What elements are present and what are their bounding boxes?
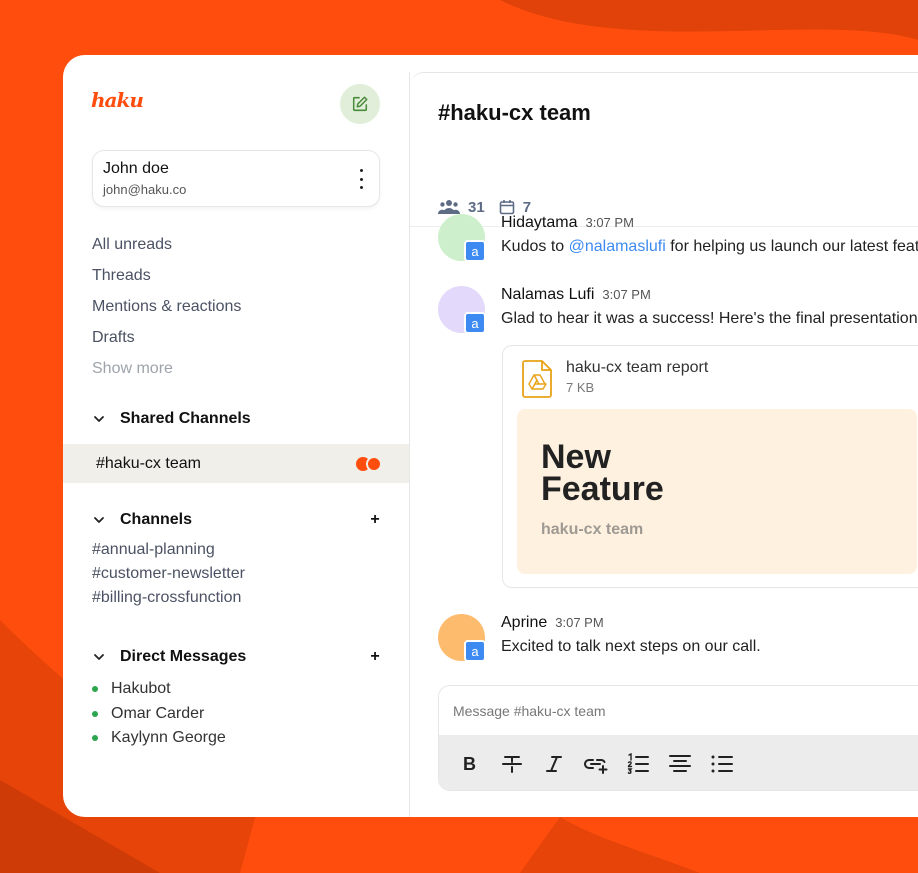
message-time: 3:07 PM: [602, 287, 651, 302]
sidebar: haku John doe john@haku.co All unreads T…: [63, 55, 410, 817]
user-mention[interactable]: @nalamaslufi: [569, 238, 666, 255]
strikethrough-button[interactable]: [498, 750, 526, 778]
message-composer: B: [438, 685, 918, 791]
edit-icon: [352, 96, 368, 112]
message-text: Excited to talk next steps on our call.: [501, 638, 761, 655]
message-header: Hidaytama 3:07 PM: [501, 214, 634, 232]
channel-item-customer-newsletter[interactable]: #customer-newsletter: [92, 565, 245, 589]
shared-channels-header[interactable]: Shared Channels: [92, 408, 382, 430]
align-center-icon: [669, 754, 691, 772]
bold-button[interactable]: B: [456, 750, 484, 778]
file-name: haku-cx team report: [566, 359, 709, 376]
sidebar-nav: All unreads Threads Mentions & reactions…: [92, 234, 241, 389]
more-options-icon[interactable]: [359, 169, 363, 189]
online-status-icon: [92, 686, 98, 693]
app-window: haku John doe john@haku.co All unreads T…: [63, 55, 918, 817]
app-badge-icon: a: [464, 312, 486, 334]
nav-threads[interactable]: Threads: [92, 265, 241, 296]
channel-item-haku-cx-team[interactable]: #haku-cx team: [63, 444, 409, 483]
file-preview[interactable]: New Feature haku-cx team: [517, 409, 917, 574]
numbered-list-button[interactable]: [624, 750, 652, 778]
preview-title: New Feature: [541, 438, 664, 508]
channel-view: #haku-cx team 31 7 a Hidaytama 3:07 PM K…: [410, 72, 918, 817]
compose-button[interactable]: [340, 84, 380, 124]
message-text: Glad to hear it was a success! Here's th…: [501, 310, 918, 327]
dm-item-omar-carder[interactable]: Omar Carder: [92, 702, 226, 727]
direct-messages-title: Direct Messages: [120, 648, 247, 665]
google-drive-file-icon: [522, 360, 552, 398]
numbered-list-icon: [627, 752, 649, 774]
message-author[interactable]: Nalamas Lufi: [501, 286, 594, 303]
message-input[interactable]: [439, 686, 918, 735]
nav-show-more[interactable]: Show more: [92, 358, 241, 389]
channel-title: #haku-cx team: [438, 100, 591, 125]
haku-logo: haku: [91, 88, 144, 112]
strikethrough-icon: [502, 755, 522, 773]
file-attachment[interactable]: haku-cx team report 7 KB New Feature hak…: [502, 345, 918, 588]
dm-item-kaylynn-george[interactable]: Kaylynn George: [92, 726, 226, 751]
member-count-value: 31: [468, 198, 485, 216]
channels-header[interactable]: Channels +: [92, 509, 382, 531]
chevron-down-icon: [94, 654, 104, 660]
message-text-part: for helping us launch our latest feature: [665, 238, 918, 255]
add-channel-button[interactable]: +: [368, 511, 382, 529]
channels-title: Channels: [120, 511, 193, 528]
file-size: 7 KB: [566, 380, 595, 395]
message-text-part: Kudos to: [501, 238, 569, 255]
message-header: Aprine 3:07 PM: [501, 614, 604, 632]
online-status-icon: [92, 735, 98, 742]
header-divider: [410, 226, 918, 227]
channel-item-billing-crossfunction[interactable]: #billing-crossfunction: [92, 589, 245, 613]
members-icon: [438, 200, 460, 214]
bold-icon: B: [463, 754, 476, 774]
online-status-icon: [92, 710, 98, 717]
user-card[interactable]: John doe john@haku.co: [92, 150, 380, 207]
link-icon: [584, 758, 608, 774]
dm-label: Omar Carder: [111, 704, 205, 722]
message-header: Nalamas Lufi 3:07 PM: [501, 286, 651, 304]
add-dm-button[interactable]: +: [368, 648, 382, 666]
event-count[interactable]: 7: [499, 199, 531, 216]
message-author[interactable]: Aprine: [501, 614, 547, 631]
shared-channels-title: Shared Channels: [120, 410, 251, 427]
channel-list: #annual-planning #customer-newsletter #b…: [92, 541, 245, 613]
user-name: John doe: [103, 160, 169, 177]
nav-drafts[interactable]: Drafts: [92, 327, 241, 358]
chevron-down-icon: [94, 517, 104, 523]
nav-mentions-reactions[interactable]: Mentions & reactions: [92, 296, 241, 327]
direct-messages-header[interactable]: Direct Messages +: [92, 646, 382, 668]
link-button[interactable]: [582, 750, 610, 778]
calendar-icon: [499, 200, 514, 215]
channel-item-annual-planning[interactable]: #annual-planning: [92, 541, 245, 565]
preview-subtitle: haku-cx team: [541, 521, 644, 538]
italic-icon: [546, 755, 562, 772]
nav-all-unreads[interactable]: All unreads: [92, 234, 241, 265]
bullet-list-button[interactable]: [708, 750, 736, 778]
svg-text:B: B: [463, 754, 476, 774]
message-time: 3:07 PM: [555, 615, 604, 630]
app-badge-icon: a: [464, 640, 486, 662]
dm-list: Hakubot Omar Carder Kaylynn George: [92, 677, 226, 751]
formatting-toolbar: B: [439, 735, 918, 790]
bullet-list-icon: [711, 755, 733, 772]
dm-item-hakubot[interactable]: Hakubot: [92, 677, 226, 702]
message-time: 3:07 PM: [585, 215, 634, 230]
align-center-button[interactable]: [666, 750, 694, 778]
channel-label: #haku-cx team: [96, 454, 201, 472]
dm-label: Kaylynn George: [111, 729, 226, 747]
dm-label: Hakubot: [111, 680, 171, 698]
message-author[interactable]: Hidaytama: [501, 214, 577, 231]
chevron-down-icon: [94, 416, 104, 422]
event-count-value: 7: [522, 198, 532, 216]
message-text: Kudos to @nalamaslufi for helping us lau…: [501, 238, 918, 256]
shared-org-icon: [356, 456, 382, 472]
app-badge-icon: a: [464, 240, 486, 262]
user-email: john@haku.co: [103, 182, 187, 197]
italic-button[interactable]: [540, 750, 568, 778]
